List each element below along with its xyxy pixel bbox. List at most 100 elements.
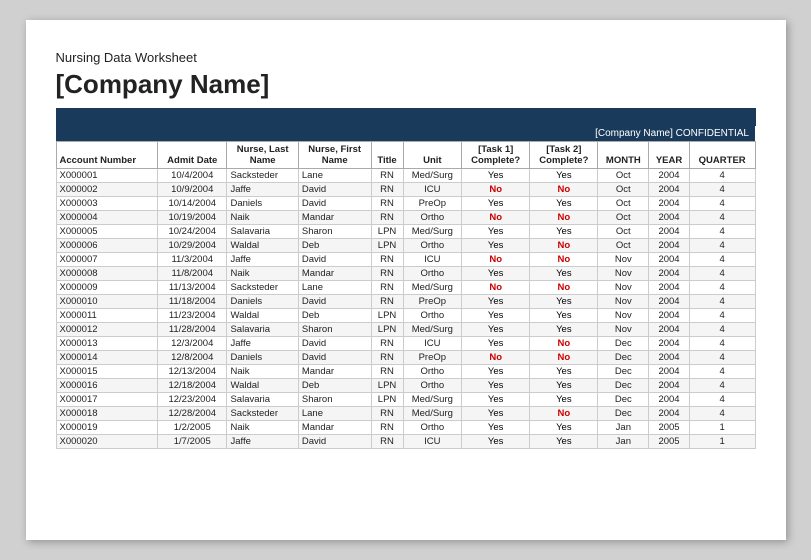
- cell-year: 2004: [649, 365, 690, 379]
- cell-unit: Ortho: [403, 379, 462, 393]
- cell-title: LPN: [371, 309, 403, 323]
- cell-task2: Yes: [530, 267, 598, 281]
- cell-account_number: X000020: [56, 435, 158, 449]
- cell-nurse_first: Lane: [298, 169, 371, 183]
- col-nurse-last: Nurse, LastName: [227, 142, 298, 169]
- cell-admit_date: 1/2/2005: [158, 421, 227, 435]
- table-row: X00000711/3/2004JaffeDavidRNICUNoNoNov20…: [56, 253, 755, 267]
- cell-account_number: X000013: [56, 337, 158, 351]
- cell-admit_date: 11/18/2004: [158, 295, 227, 309]
- cell-month: Dec: [598, 351, 649, 365]
- cell-unit: Med/Surg: [403, 225, 462, 239]
- cell-title: RN: [371, 337, 403, 351]
- cell-account_number: X000014: [56, 351, 158, 365]
- cell-admit_date: 10/9/2004: [158, 183, 227, 197]
- cell-title: LPN: [371, 323, 403, 337]
- cell-unit: Med/Surg: [403, 323, 462, 337]
- cell-month: Dec: [598, 337, 649, 351]
- cell-unit: Ortho: [403, 267, 462, 281]
- cell-month: Dec: [598, 379, 649, 393]
- cell-title: RN: [371, 169, 403, 183]
- cell-nurse_last: Jaffe: [227, 253, 298, 267]
- cell-account_number: X000011: [56, 309, 158, 323]
- cell-task2: No: [530, 337, 598, 351]
- cell-unit: Ortho: [403, 421, 462, 435]
- cell-title: RN: [371, 407, 403, 421]
- cell-nurse_first: Sharon: [298, 323, 371, 337]
- cell-year: 2004: [649, 169, 690, 183]
- cell-task1: Yes: [462, 393, 530, 407]
- cell-admit_date: 11/28/2004: [158, 323, 227, 337]
- cell-admit_date: 12/18/2004: [158, 379, 227, 393]
- cell-nurse_last: Daniels: [227, 351, 298, 365]
- cell-account_number: X000016: [56, 379, 158, 393]
- cell-unit: Med/Surg: [403, 393, 462, 407]
- cell-title: RN: [371, 197, 403, 211]
- cell-month: Jan: [598, 435, 649, 449]
- cell-year: 2004: [649, 211, 690, 225]
- cell-task1: No: [462, 183, 530, 197]
- cell-task2: No: [530, 351, 598, 365]
- cell-task1: Yes: [462, 337, 530, 351]
- cell-quarter: 4: [689, 365, 755, 379]
- cell-quarter: 4: [689, 211, 755, 225]
- table-row: X00000310/14/2004DanielsDavidRNPreOpYesY…: [56, 197, 755, 211]
- cell-quarter: 4: [689, 183, 755, 197]
- cell-nurse_first: David: [298, 197, 371, 211]
- cell-quarter: 4: [689, 337, 755, 351]
- cell-task1: No: [462, 211, 530, 225]
- cell-year: 2004: [649, 407, 690, 421]
- cell-nurse_last: Salavaria: [227, 225, 298, 239]
- cell-unit: Med/Surg: [403, 169, 462, 183]
- cell-nurse_last: Sacksteder: [227, 169, 298, 183]
- cell-nurse_first: Deb: [298, 239, 371, 253]
- cell-task1: Yes: [462, 309, 530, 323]
- cell-quarter: 4: [689, 295, 755, 309]
- cell-task2: Yes: [530, 169, 598, 183]
- cell-task1: Yes: [462, 379, 530, 393]
- cell-unit: PreOp: [403, 197, 462, 211]
- cell-month: Dec: [598, 407, 649, 421]
- cell-task1: Yes: [462, 323, 530, 337]
- cell-task2: No: [530, 239, 598, 253]
- cell-admit_date: 11/13/2004: [158, 281, 227, 295]
- table-row: X00001412/8/2004DanielsDavidRNPreOpNoNoD…: [56, 351, 755, 365]
- cell-month: Nov: [598, 253, 649, 267]
- cell-task1: No: [462, 351, 530, 365]
- cell-quarter: 4: [689, 197, 755, 211]
- cell-admit_date: 12/28/2004: [158, 407, 227, 421]
- cell-quarter: 4: [689, 253, 755, 267]
- header-bar: [56, 108, 756, 126]
- cell-account_number: X000001: [56, 169, 158, 183]
- cell-year: 2004: [649, 309, 690, 323]
- cell-nurse_last: Naik: [227, 421, 298, 435]
- cell-admit_date: 10/29/2004: [158, 239, 227, 253]
- cell-task2: Yes: [530, 365, 598, 379]
- cell-title: RN: [371, 183, 403, 197]
- cell-task2: No: [530, 281, 598, 295]
- cell-title: RN: [371, 295, 403, 309]
- cell-admit_date: 12/13/2004: [158, 365, 227, 379]
- cell-title: LPN: [371, 393, 403, 407]
- cell-task2: Yes: [530, 421, 598, 435]
- cell-quarter: 4: [689, 393, 755, 407]
- cell-year: 2004: [649, 393, 690, 407]
- cell-task1: Yes: [462, 169, 530, 183]
- cell-nurse_last: Naik: [227, 211, 298, 225]
- cell-nurse_first: Deb: [298, 379, 371, 393]
- cell-task2: Yes: [530, 225, 598, 239]
- col-year: YEAR: [649, 142, 690, 169]
- cell-year: 2004: [649, 197, 690, 211]
- cell-admit_date: 12/23/2004: [158, 393, 227, 407]
- table-row: X00001312/3/2004JaffeDavidRNICUYesNoDec2…: [56, 337, 755, 351]
- table-row: X00000110/4/2004SackstederLaneRNMed/Surg…: [56, 169, 755, 183]
- cell-year: 2004: [649, 281, 690, 295]
- cell-title: RN: [371, 267, 403, 281]
- table-row: X00001512/13/2004NaikMandarRNOrthoYesYes…: [56, 365, 755, 379]
- cell-task1: Yes: [462, 421, 530, 435]
- cell-task1: Yes: [462, 365, 530, 379]
- cell-task1: Yes: [462, 407, 530, 421]
- cell-admit_date: 10/24/2004: [158, 225, 227, 239]
- cell-year: 2005: [649, 421, 690, 435]
- cell-account_number: X000009: [56, 281, 158, 295]
